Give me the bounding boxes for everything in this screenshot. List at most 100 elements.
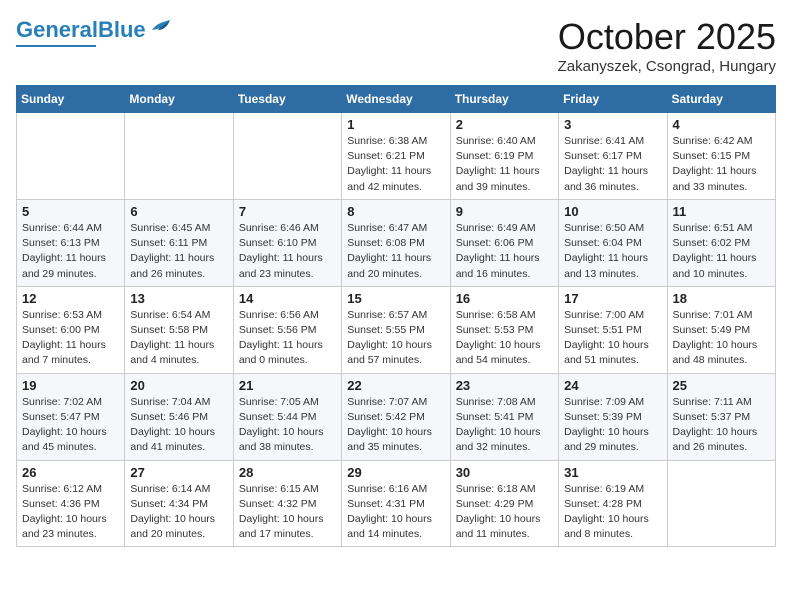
- day-info: Sunrise: 7:05 AM Sunset: 5:44 PM Dayligh…: [239, 395, 336, 456]
- weekday-header: Monday: [125, 86, 233, 113]
- calendar-cell: 5 Sunrise: 6:44 AM Sunset: 6:13 PM Daylig…: [17, 199, 125, 286]
- day-info: Sunrise: 7:11 AM Sunset: 5:37 PM Dayligh…: [673, 395, 770, 456]
- day-number: 22: [347, 378, 444, 393]
- day-number: 30: [456, 465, 553, 480]
- calendar-cell: [17, 113, 125, 200]
- calendar-cell: 2 Sunrise: 6:40 AM Sunset: 6:19 PM Daylig…: [450, 113, 558, 200]
- calendar-week-row: 1 Sunrise: 6:38 AM Sunset: 6:21 PM Daylig…: [17, 113, 776, 200]
- day-info: Sunrise: 6:19 AM Sunset: 4:28 PM Dayligh…: [564, 482, 661, 543]
- calendar-cell: 31 Sunrise: 6:19 AM Sunset: 4:28 PM Dayli…: [559, 460, 667, 547]
- logo-blue: Blue: [98, 17, 146, 42]
- calendar-cell: 1 Sunrise: 6:38 AM Sunset: 6:21 PM Daylig…: [342, 113, 450, 200]
- day-number: 8: [347, 204, 444, 219]
- calendar-cell: 24 Sunrise: 7:09 AM Sunset: 5:39 PM Dayli…: [559, 373, 667, 460]
- calendar-cell: 29 Sunrise: 6:16 AM Sunset: 4:31 PM Dayli…: [342, 460, 450, 547]
- day-number: 31: [564, 465, 661, 480]
- calendar-cell: 4 Sunrise: 6:42 AM Sunset: 6:15 PM Daylig…: [667, 113, 775, 200]
- calendar-cell: 22Sunrise: 7:07 AM Sunset: 5:42 PM Dayli…: [342, 373, 450, 460]
- calendar-cell: 11 Sunrise: 6:51 AM Sunset: 6:02 PM Dayli…: [667, 199, 775, 286]
- calendar-cell: 6 Sunrise: 6:45 AM Sunset: 6:11 PM Daylig…: [125, 199, 233, 286]
- day-number: 29: [347, 465, 444, 480]
- weekday-header: Saturday: [667, 86, 775, 113]
- day-number: 21: [239, 378, 336, 393]
- day-number: 7: [239, 204, 336, 219]
- calendar-cell: 12 Sunrise: 6:53 AM Sunset: 6:00 PM Dayli…: [17, 286, 125, 373]
- day-info: Sunrise: 6:38 AM Sunset: 6:21 PM Dayligh…: [347, 134, 444, 195]
- calendar-cell: 8 Sunrise: 6:47 AM Sunset: 6:08 PM Daylig…: [342, 199, 450, 286]
- page-header: GeneralBlue October 2025 Zakanyszek, Cso…: [16, 16, 776, 75]
- calendar-cell: 9 Sunrise: 6:49 AM Sunset: 6:06 PM Daylig…: [450, 199, 558, 286]
- day-number: 6: [130, 204, 227, 219]
- day-info: Sunrise: 7:09 AM Sunset: 5:39 PM Dayligh…: [564, 395, 661, 456]
- calendar-cell: 21 Sunrise: 7:05 AM Sunset: 5:44 PM Dayli…: [233, 373, 341, 460]
- day-info: Sunrise: 6:45 AM Sunset: 6:11 PM Dayligh…: [130, 221, 227, 282]
- day-info: Sunrise: 6:47 AM Sunset: 6:08 PM Dayligh…: [347, 221, 444, 282]
- day-number: 13: [130, 291, 227, 306]
- day-info: Sunrise: 6:54 AM Sunset: 5:58 PM Dayligh…: [130, 308, 227, 369]
- day-number: 4: [673, 117, 770, 132]
- day-info: Sunrise: 7:00 AM Sunset: 5:51 PM Dayligh…: [564, 308, 661, 369]
- day-info: Sunrise: 6:56 AM Sunset: 5:56 PM Dayligh…: [239, 308, 336, 369]
- day-info: Sunrise: 6:16 AM Sunset: 4:31 PM Dayligh…: [347, 482, 444, 543]
- calendar-cell: 18Sunrise: 7:01 AM Sunset: 5:49 PM Dayli…: [667, 286, 775, 373]
- calendar-cell: 10Sunrise: 6:50 AM Sunset: 6:04 PM Dayli…: [559, 199, 667, 286]
- month-title: October 2025: [558, 16, 776, 58]
- calendar-cell: 19Sunrise: 7:02 AM Sunset: 5:47 PM Dayli…: [17, 373, 125, 460]
- day-info: Sunrise: 6:44 AM Sunset: 6:13 PM Dayligh…: [22, 221, 119, 282]
- day-number: 12: [22, 291, 119, 306]
- logo-bird-icon: [150, 16, 172, 43]
- day-number: 10: [564, 204, 661, 219]
- calendar-week-row: 19Sunrise: 7:02 AM Sunset: 5:47 PM Dayli…: [17, 373, 776, 460]
- day-info: Sunrise: 7:08 AM Sunset: 5:41 PM Dayligh…: [456, 395, 553, 456]
- weekday-header: Tuesday: [233, 86, 341, 113]
- logo-text: GeneralBlue: [16, 19, 146, 41]
- location: Zakanyszek, Csongrad, Hungary: [558, 58, 776, 75]
- calendar-cell: 16 Sunrise: 6:58 AM Sunset: 5:53 PM Dayli…: [450, 286, 558, 373]
- logo-general: General: [16, 17, 98, 42]
- day-info: Sunrise: 6:14 AM Sunset: 4:34 PM Dayligh…: [130, 482, 227, 543]
- day-number: 9: [456, 204, 553, 219]
- calendar-cell: [125, 113, 233, 200]
- day-info: Sunrise: 6:12 AM Sunset: 4:36 PM Dayligh…: [22, 482, 119, 543]
- day-info: Sunrise: 6:42 AM Sunset: 6:15 PM Dayligh…: [673, 134, 770, 195]
- day-number: 5: [22, 204, 119, 219]
- day-number: 2: [456, 117, 553, 132]
- day-info: Sunrise: 6:58 AM Sunset: 5:53 PM Dayligh…: [456, 308, 553, 369]
- calendar-week-row: 5 Sunrise: 6:44 AM Sunset: 6:13 PM Daylig…: [17, 199, 776, 286]
- day-number: 1: [347, 117, 444, 132]
- day-number: 11: [673, 204, 770, 219]
- calendar-cell: 7Sunrise: 6:46 AM Sunset: 6:10 PM Daylig…: [233, 199, 341, 286]
- day-number: 25: [673, 378, 770, 393]
- calendar-cell: 25 Sunrise: 7:11 AM Sunset: 5:37 PM Dayli…: [667, 373, 775, 460]
- day-info: Sunrise: 6:15 AM Sunset: 4:32 PM Dayligh…: [239, 482, 336, 543]
- calendar-cell: 27Sunrise: 6:14 AM Sunset: 4:34 PM Dayli…: [125, 460, 233, 547]
- day-info: Sunrise: 7:01 AM Sunset: 5:49 PM Dayligh…: [673, 308, 770, 369]
- day-number: 19: [22, 378, 119, 393]
- calendar-cell: 26Sunrise: 6:12 AM Sunset: 4:36 PM Dayli…: [17, 460, 125, 547]
- weekday-header-row: SundayMondayTuesdayWednesdayThursdayFrid…: [17, 86, 776, 113]
- calendar-cell: 20 Sunrise: 7:04 AM Sunset: 5:46 PM Dayli…: [125, 373, 233, 460]
- day-number: 16: [456, 291, 553, 306]
- day-number: 28: [239, 465, 336, 480]
- day-number: 23: [456, 378, 553, 393]
- day-number: 20: [130, 378, 227, 393]
- day-number: 15: [347, 291, 444, 306]
- day-info: Sunrise: 6:49 AM Sunset: 6:06 PM Dayligh…: [456, 221, 553, 282]
- weekday-header: Wednesday: [342, 86, 450, 113]
- calendar-cell: 15Sunrise: 6:57 AM Sunset: 5:55 PM Dayli…: [342, 286, 450, 373]
- day-info: Sunrise: 7:04 AM Sunset: 5:46 PM Dayligh…: [130, 395, 227, 456]
- day-info: Sunrise: 6:40 AM Sunset: 6:19 PM Dayligh…: [456, 134, 553, 195]
- day-info: Sunrise: 6:51 AM Sunset: 6:02 PM Dayligh…: [673, 221, 770, 282]
- weekday-header: Friday: [559, 86, 667, 113]
- calendar-cell: 14Sunrise: 6:56 AM Sunset: 5:56 PM Dayli…: [233, 286, 341, 373]
- weekday-header: Thursday: [450, 86, 558, 113]
- day-number: 24: [564, 378, 661, 393]
- calendar-cell: 17Sunrise: 7:00 AM Sunset: 5:51 PM Dayli…: [559, 286, 667, 373]
- calendar-table: SundayMondayTuesdayWednesdayThursdayFrid…: [16, 85, 776, 547]
- calendar-cell: [667, 460, 775, 547]
- day-info: Sunrise: 6:53 AM Sunset: 6:00 PM Dayligh…: [22, 308, 119, 369]
- logo: GeneralBlue: [16, 16, 172, 49]
- calendar-cell: 23 Sunrise: 7:08 AM Sunset: 5:41 PM Dayli…: [450, 373, 558, 460]
- calendar-week-row: 12 Sunrise: 6:53 AM Sunset: 6:00 PM Dayli…: [17, 286, 776, 373]
- day-info: Sunrise: 6:18 AM Sunset: 4:29 PM Dayligh…: [456, 482, 553, 543]
